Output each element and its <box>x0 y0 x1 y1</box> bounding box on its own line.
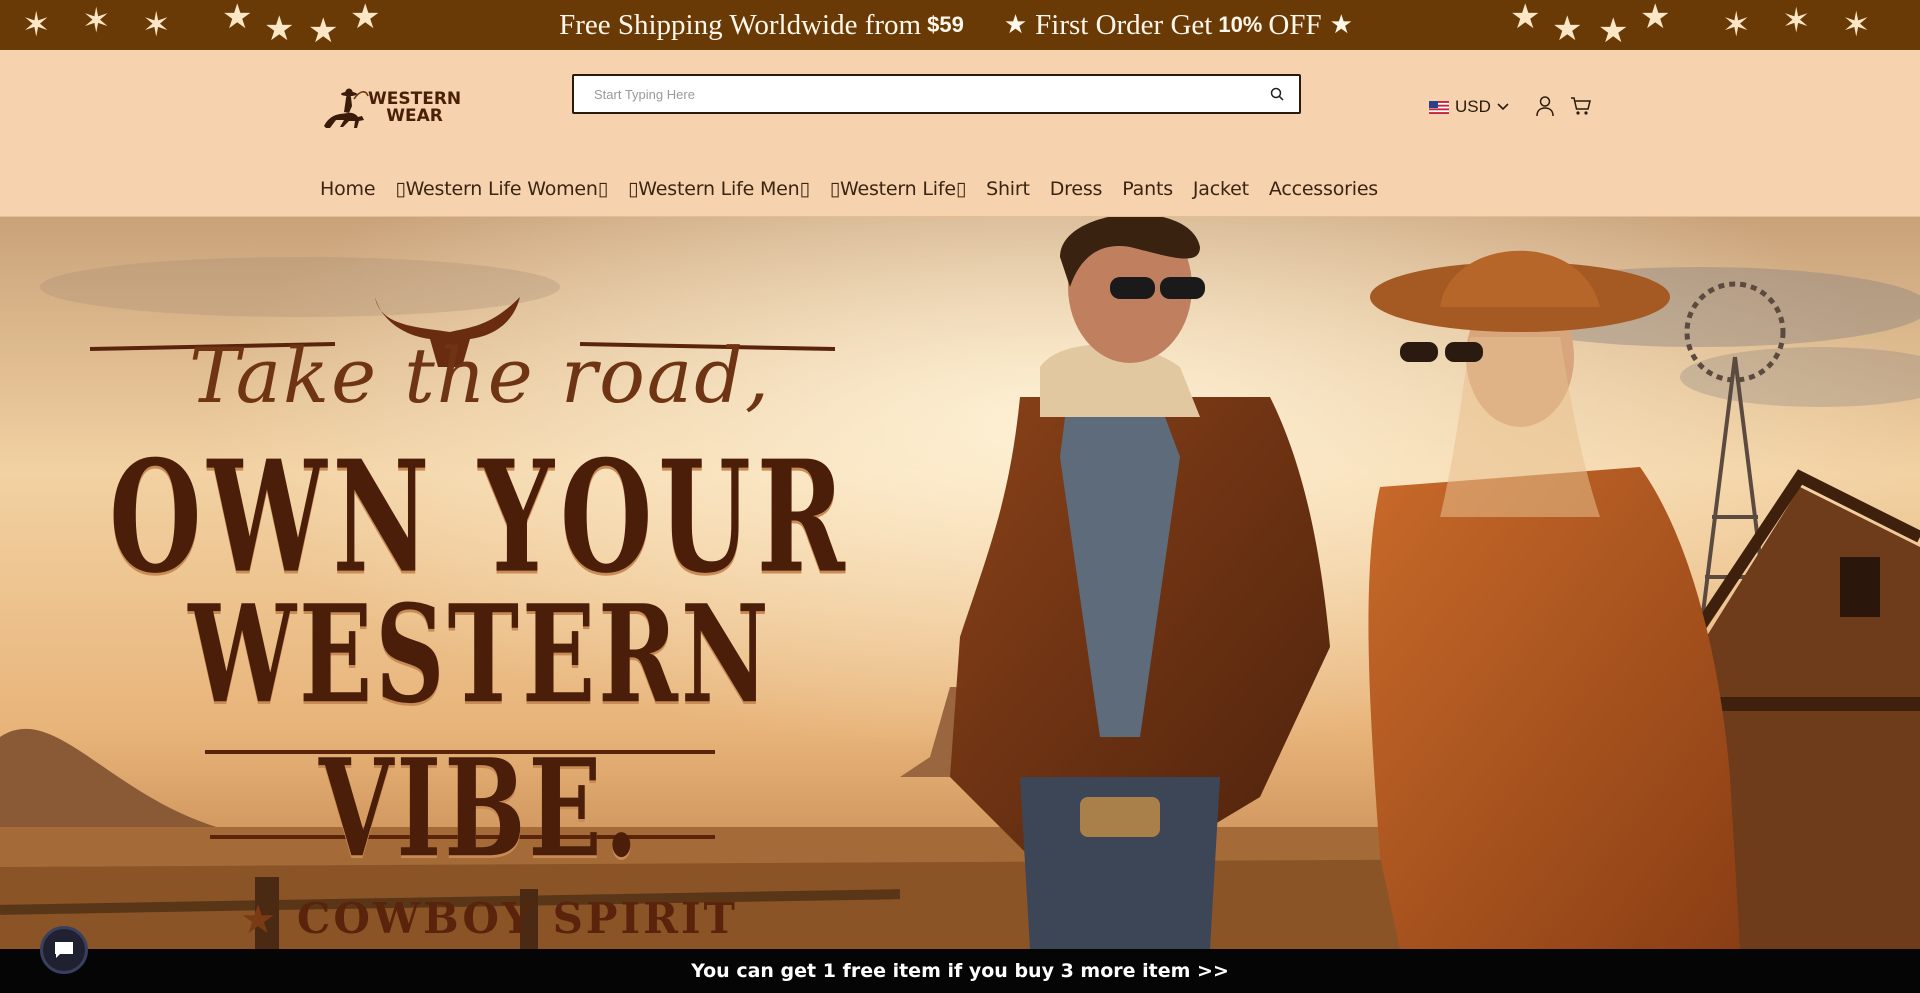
nav-item-western-life[interactable]: ▯Western Life▯ <box>829 178 967 200</box>
logo-line-2: WEAR <box>386 106 443 126</box>
nav-item-shirt[interactable]: Shirt <box>986 178 1030 200</box>
nav-item-accessories[interactable]: Accessories <box>1269 178 1378 200</box>
chat-bubble-icon <box>55 942 73 958</box>
announcement-price: $59 <box>927 12 964 37</box>
cart-icon[interactable] <box>1570 96 1592 116</box>
missing-glyph: ▯ <box>829 178 840 200</box>
announcement-shipping-text: Free Shipping Worldwide from <box>559 8 922 41</box>
announcement-text: Free Shipping Worldwide from $59 ★ First… <box>0 0 1920 50</box>
user-icon[interactable] <box>1535 95 1555 117</box>
announcement-first-order-text: First Order Get <box>1035 8 1213 41</box>
announcement-discount: 10% <box>1218 12 1263 37</box>
currency-selector[interactable]: USD <box>1429 96 1509 118</box>
currency-label: USD <box>1455 97 1491 116</box>
promo-bar-text: You can get 1 free item if you buy 3 mor… <box>691 960 1229 982</box>
nav-item-western-life-men[interactable]: ▯Western Life Men▯ <box>628 178 810 200</box>
nav-item-dress[interactable]: Dress <box>1050 178 1103 200</box>
hero-tagline: Take the road, <box>188 331 772 420</box>
nav-item-western-life-women[interactable]: ▯Western Life Women▯ <box>395 178 608 200</box>
nav-label: Western Life <box>840 178 956 200</box>
nav-item-pants[interactable]: Pants <box>1122 178 1173 200</box>
announcement-bar: ✶ ✶ ✶ ★ ★ ★ ★ ★ ★ ★ ★ ✶ ✶ ✶ Free Shippin… <box>0 0 1920 50</box>
missing-glyph: ▯ <box>955 178 967 200</box>
main-navigation: Home ▯Western Life Women▯ ▯Western Life … <box>320 178 1398 200</box>
flag-us-icon <box>1429 100 1449 114</box>
cowboy-rider-logo-icon <box>324 88 369 128</box>
search-box <box>572 74 1301 114</box>
hero-headline-group: Take the road, OWN YOUR WESTERN VIBE. ★ C… <box>90 297 870 949</box>
missing-glyph: ▯ <box>395 178 406 200</box>
nav-label: Western Life Men <box>638 178 800 200</box>
hero-banner[interactable]: Take the road, OWN YOUR WESTERN VIBE. ★ C… <box>0 217 1920 949</box>
chat-button[interactable] <box>40 926 88 974</box>
missing-glyph: ▯ <box>628 178 639 200</box>
site-header: WESTERN WEAR USD Home <box>0 50 1920 217</box>
announcement-off-text: OFF <box>1268 8 1322 41</box>
search-icon[interactable] <box>1269 86 1285 102</box>
site-logo[interactable]: WESTERN WEAR <box>318 82 462 132</box>
chevron-down-icon <box>1497 103 1509 111</box>
hero-subline-text: COWBOY SPIRIT FOREVER <box>296 894 738 949</box>
missing-glyph: ▯ <box>799 178 810 200</box>
logo-wordmark: WESTERN WEAR <box>368 91 461 125</box>
hero-headline-line-2: WESTERN VIBE. <box>188 575 772 888</box>
hero-subline: ★COWBOY SPIRIT FOREVER★ <box>90 894 870 949</box>
missing-glyph: ▯ <box>597 178 609 200</box>
search-input[interactable] <box>594 84 1234 104</box>
star-icon: ★ <box>240 897 279 943</box>
nav-label: Western Life Women <box>405 178 598 200</box>
nav-item-jacket[interactable]: Jacket <box>1193 178 1249 200</box>
nav-item-home[interactable]: Home <box>320 178 376 200</box>
promo-bar[interactable]: You can get 1 free item if you buy 3 mor… <box>0 949 1920 993</box>
star-icon: ★ <box>1003 10 1028 40</box>
star-icon: ★ <box>1329 10 1353 40</box>
